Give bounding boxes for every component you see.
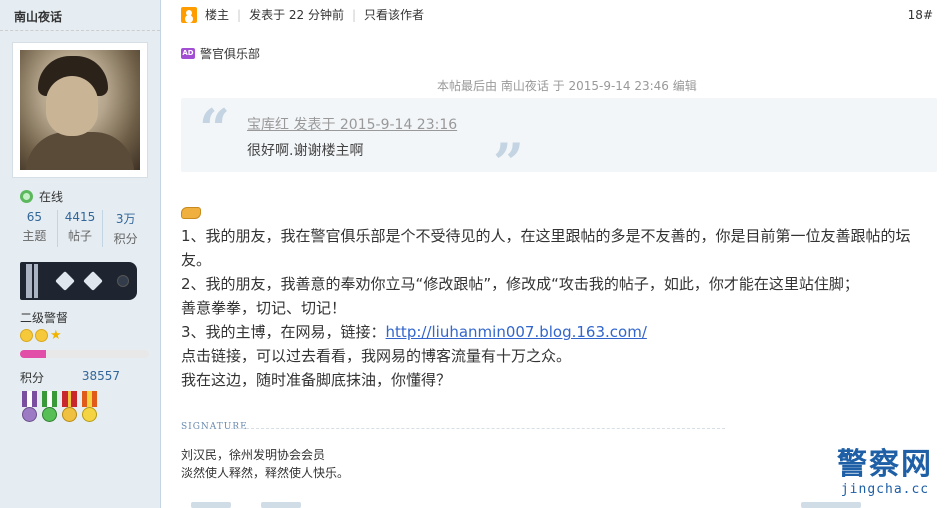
ad-link[interactable]: 警官俱乐部 — [200, 45, 260, 62]
content-line: 1、我的朋友，我在警官俱乐部是个不受待见的人，在这里跟帖的多是不友善的，你是目前… — [181, 227, 911, 245]
signature-line: 淡然使人释然，释然使人快乐。 — [181, 466, 350, 480]
watermark-cn: 警察网 — [837, 447, 933, 482]
stat-topics[interactable]: 65 主题 — [12, 210, 57, 247]
stat-label: 主题 — [22, 229, 47, 243]
online-label: 在线 — [39, 190, 64, 204]
quote-open-icon: “ — [199, 97, 231, 161]
signature-label: SIGNATURE — [181, 422, 248, 432]
rank-star-icon — [55, 271, 75, 291]
stat-value[interactable]: 65 — [12, 210, 57, 224]
sidebar-divider — [0, 30, 160, 31]
quote-author-link[interactable]: 宝库红 发表于 2015-9-14 23:16 — [247, 114, 457, 134]
ad-row[interactable]: AD 警官俱乐部 — [181, 45, 260, 62]
signature-line: 刘汉民，徐州发明协会会员 — [181, 448, 326, 462]
post-header: 楼主 | 发表于 22 分钟前 | 只看该作者 — [181, 6, 424, 23]
rank-name: 二级警督 — [20, 311, 69, 325]
owner-label: 楼主 — [205, 8, 230, 22]
avatar-photo — [20, 50, 140, 170]
watermark-en: jingcha.cc — [840, 482, 930, 497]
stat-posts[interactable]: 4415 帖子 — [56, 210, 103, 247]
medal-icon[interactable] — [20, 391, 39, 425]
stat-points[interactable]: 3万 积分 — [102, 210, 148, 247]
rank-star-icon — [83, 271, 103, 291]
level-progress-bar — [20, 350, 149, 358]
content-line: 3、我的主博，在网易，链接：http://liuhanmin007.blog.1… — [181, 320, 943, 344]
author-sidebar: 南山夜话 在线 65 主题 4415 帖子 3万 积分 二级警督 ★ 积分 38… — [0, 0, 161, 508]
points-label: 积分 — [20, 371, 45, 385]
quote-close-icon: ” — [493, 131, 525, 195]
content-line: 2、我的朋友，我善意的奉劝你立马“修改跟帖”，修改成“攻击我的帖子，如此，你才能… — [181, 275, 859, 293]
post-content: 1、我的朋友，我在警官俱乐部是个不受待见的人，在这里跟帖的多是不友善的，你是目前… — [181, 224, 943, 392]
blog-link[interactable]: http://liuhanmin007.blog.163.com/ — [386, 323, 647, 341]
stat-label: 积分 — [113, 232, 138, 246]
rank-level-icons: ★ — [20, 329, 62, 342]
smiley-icon — [20, 329, 33, 342]
ad-icon: AD — [181, 48, 195, 59]
signature-divider — [231, 428, 725, 429]
author-name[interactable]: 南山夜话 — [14, 8, 62, 25]
content-line: 点击链接，可以过去看看，我网易的博客流量有十万之众。 — [181, 347, 572, 365]
only-author-link[interactable]: 只看该作者 — [364, 6, 424, 23]
watermark-logo: 警察网 jingcha.cc — [837, 447, 933, 498]
stat-value[interactable]: 3万 — [103, 210, 148, 227]
content-line: 我在这边，随时准备脚底抹油，你懂得？ — [181, 371, 452, 389]
post-actions-partial — [181, 500, 941, 508]
quote-text: 很好啊.谢谢楼主啊 — [247, 143, 364, 159]
edit-note: 本帖最后由 南山夜话 于 2015-9-14 23:46 编辑 — [437, 79, 697, 93]
avatar[interactable] — [12, 42, 148, 178]
medal-icon[interactable] — [80, 391, 99, 425]
medal-icon[interactable] — [40, 391, 59, 425]
content-line: 善意拳拳，切记、切记！ — [181, 299, 347, 317]
signature: 刘汉民，徐州发明协会会员 淡然使人释然，释然使人快乐。 — [181, 446, 349, 482]
quote-block: “ 宝库红 发表于 2015-9-14 23:16 很好啊.谢谢楼主啊 ” — [181, 97, 937, 190]
stat-value[interactable]: 4415 — [58, 210, 103, 224]
rank-insignia-icon — [20, 262, 137, 300]
medal-icon[interactable] — [60, 391, 79, 425]
online-status: 在线 — [20, 188, 63, 205]
user-stats: 65 主题 4415 帖子 3万 积分 — [12, 210, 148, 247]
content-line: 友。 — [181, 251, 212, 269]
post-time: 发表于 22 分钟前 — [249, 8, 344, 22]
online-icon — [20, 190, 33, 203]
post-main: 楼主 | 发表于 22 分钟前 | 只看该作者 18# AD 警官俱乐部 本帖最… — [161, 0, 945, 508]
handshake-icon — [181, 207, 201, 219]
star-icon: ★ — [50, 328, 62, 343]
medal-list — [20, 391, 99, 425]
level-progress-fill — [20, 350, 46, 358]
smiley-icon — [35, 329, 48, 342]
points-value: 38557 — [81, 369, 120, 383]
stat-label: 帖子 — [68, 229, 93, 243]
floor-number[interactable]: 18# — [908, 8, 933, 22]
content-text: 3、我的主博，在网易，链接： — [181, 323, 386, 341]
points-row: 积分 38557 — [20, 369, 120, 386]
user-icon — [181, 6, 197, 23]
